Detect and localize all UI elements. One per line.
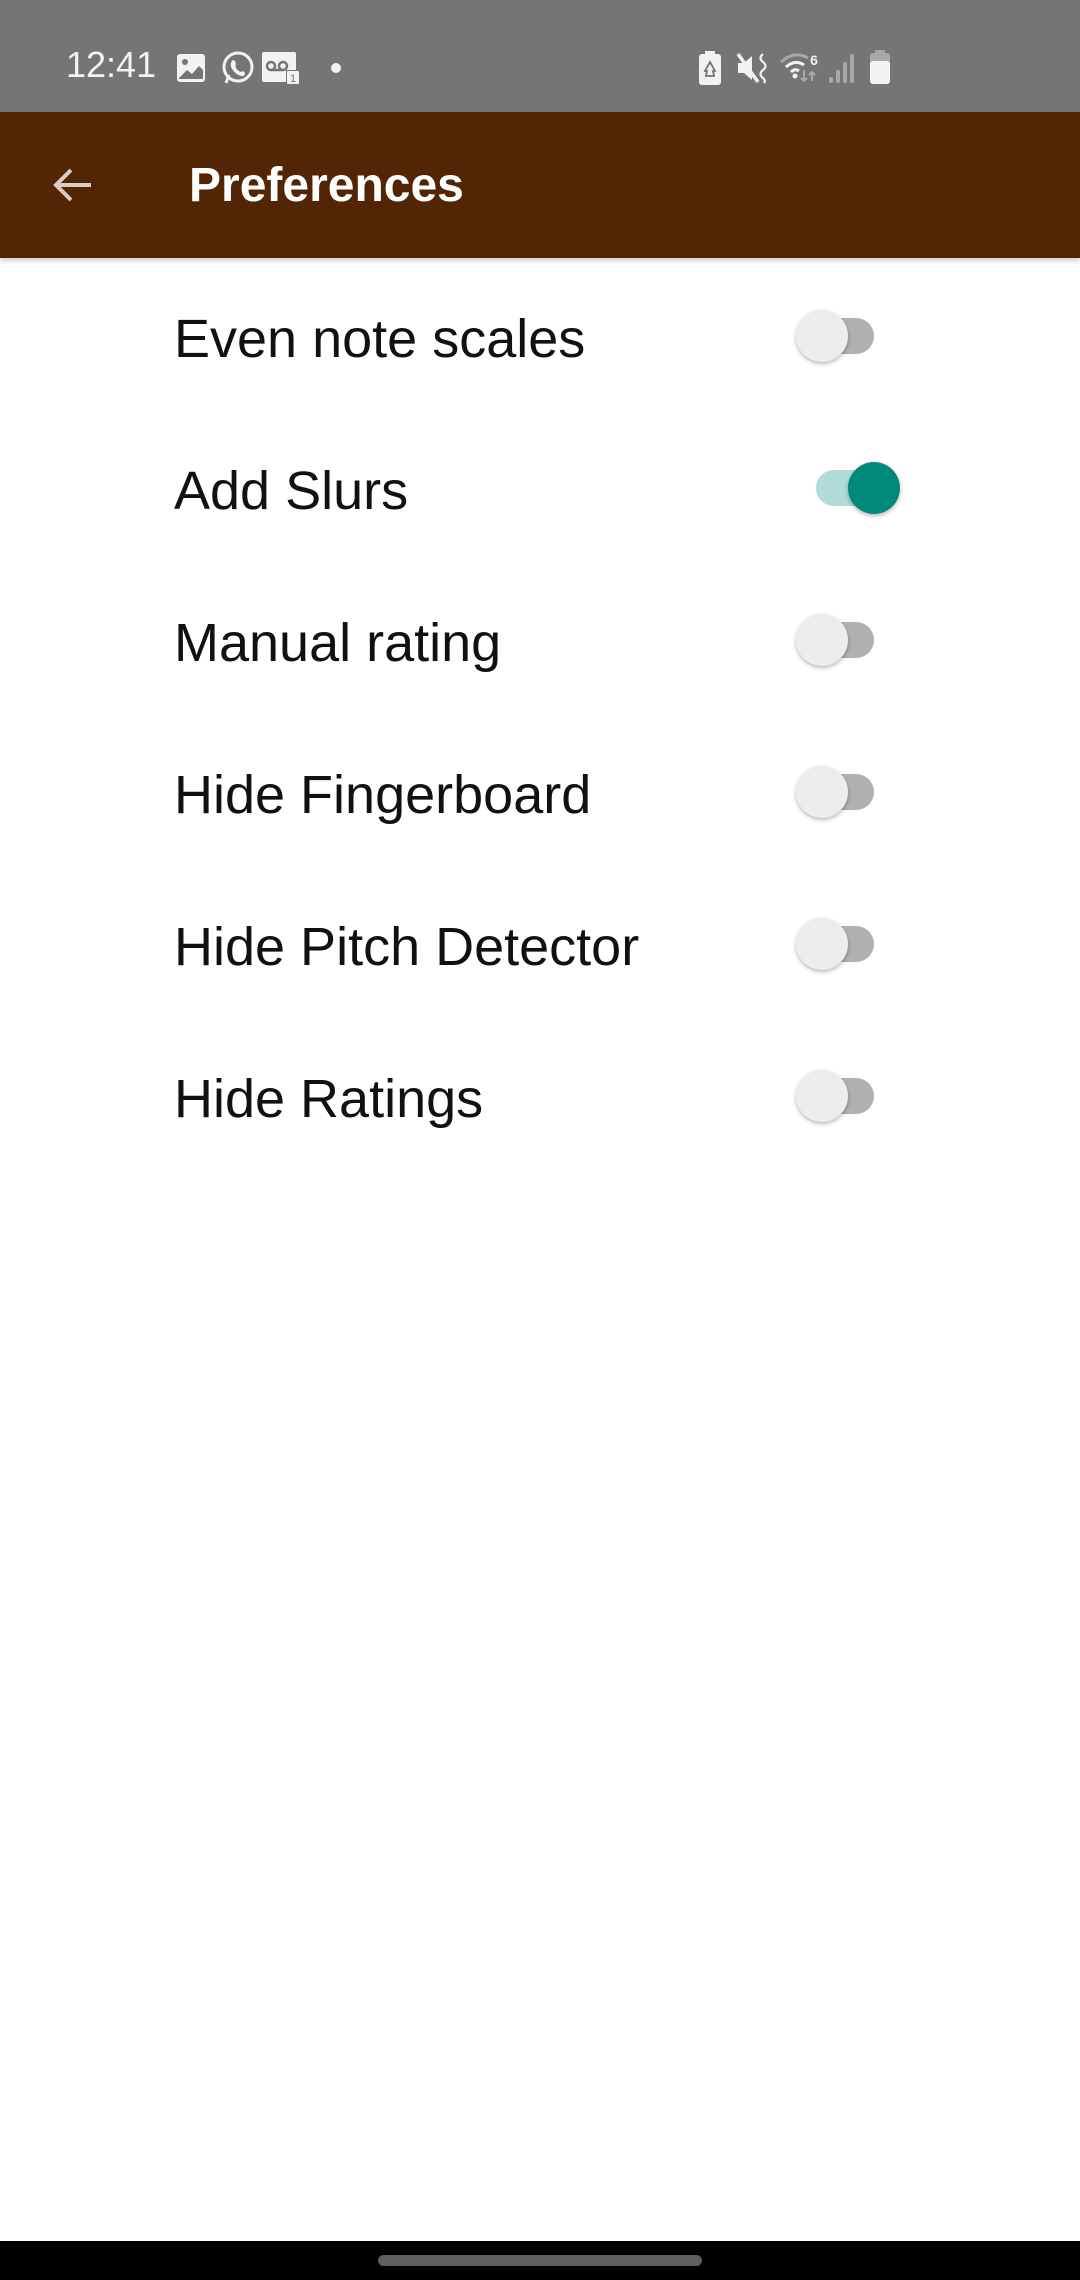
back-button[interactable] (36, 148, 110, 222)
switch-thumb (796, 310, 848, 362)
preference-add-slurs[interactable]: Add Slurs (0, 410, 1080, 562)
svg-text:1: 1 (290, 73, 296, 84)
signal-icon (829, 54, 854, 83)
status-bar: 12:41 1 6 (0, 0, 1080, 112)
preference-hide-ratings[interactable]: Hide Ratings (0, 1018, 1080, 1170)
mute-vibrate-icon (736, 52, 767, 84)
whatsapp-icon (222, 51, 254, 84)
switch-thumb (796, 766, 848, 818)
battery-saver-icon (699, 51, 721, 85)
more-notifications-dot (331, 63, 341, 73)
preference-manual-rating[interactable]: Manual rating (0, 562, 1080, 714)
battery-icon (870, 50, 890, 84)
preference-label: Hide Fingerboard (174, 765, 592, 825)
hide-fingerboard-switch[interactable] (790, 758, 910, 822)
switch-thumb (796, 1070, 848, 1122)
preference-label: Hide Pitch Detector (174, 917, 640, 977)
preference-hide-fingerboard[interactable]: Hide Fingerboard (0, 714, 1080, 866)
preference-even-note-scales[interactable]: Even note scales (0, 258, 1080, 410)
status-time: 12:41 (66, 44, 157, 85)
preference-label: Add Slurs (174, 461, 409, 521)
hide-pitch-detector-switch[interactable] (790, 910, 910, 974)
wifi-6-icon: 6 (780, 52, 818, 83)
preferences-list: Even note scales Add Slurs Manual rating… (0, 258, 1080, 1170)
navigation-bar (0, 2241, 1080, 2280)
app-bar: Preferences (0, 112, 1080, 258)
voicemail-icon: 1 (262, 52, 300, 84)
page-title: Preferences (189, 159, 464, 212)
preference-hide-pitch-detector[interactable]: Hide Pitch Detector (0, 866, 1080, 1018)
switch-thumb (796, 918, 848, 970)
home-gesture-handle[interactable] (378, 2255, 702, 2266)
manual-rating-switch[interactable] (790, 606, 910, 670)
svg-text:6: 6 (810, 52, 818, 68)
preference-label: Hide Ratings (174, 1069, 484, 1129)
hide-ratings-switch[interactable] (790, 1062, 910, 1126)
preference-label: Even note scales (174, 309, 586, 369)
switch-thumb (796, 614, 848, 666)
add-slurs-switch[interactable] (790, 454, 910, 518)
arrow-back-icon (53, 168, 91, 202)
preference-label: Manual rating (174, 613, 502, 673)
switch-thumb (848, 462, 900, 514)
even-note-scales-switch[interactable] (790, 302, 910, 366)
gallery-icon (177, 54, 205, 82)
